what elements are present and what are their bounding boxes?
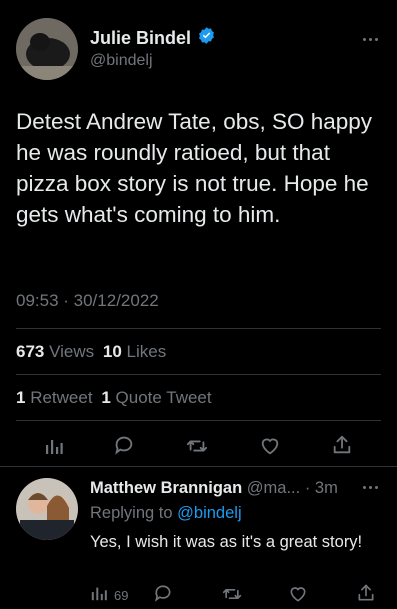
retweets-label[interactable]: Retweet bbox=[30, 388, 92, 407]
engagement-row: 673 Views 10 Likes bbox=[16, 342, 166, 362]
divider bbox=[16, 328, 381, 329]
author-avatar[interactable] bbox=[16, 18, 78, 80]
tweet-timestamp[interactable]: 09:53 · 30/12/2022 bbox=[16, 291, 159, 311]
divider bbox=[16, 420, 381, 421]
reply-retweet-icon[interactable] bbox=[222, 584, 242, 609]
author-handle[interactable]: @bindelj bbox=[90, 52, 153, 70]
reply-author-name[interactable]: Matthew Brannigan bbox=[90, 479, 242, 497]
tweet-text: Detest Andrew Tate, obs, SO happy he was… bbox=[16, 109, 373, 227]
reply-share-icon[interactable] bbox=[356, 583, 376, 608]
likes-count[interactable]: 10 bbox=[103, 342, 122, 361]
reply-icon[interactable] bbox=[113, 434, 135, 456]
retweet-icon[interactable] bbox=[186, 435, 208, 457]
retweets-count[interactable]: 1 bbox=[16, 388, 25, 407]
reply-time[interactable]: · 3m bbox=[305, 479, 338, 497]
reply-views-count: 69 bbox=[114, 588, 129, 603]
more-icon[interactable] bbox=[363, 38, 378, 41]
replying-to-handle[interactable]: @bindelj bbox=[177, 504, 241, 522]
divider bbox=[0, 466, 397, 467]
reply-reply-icon[interactable] bbox=[153, 583, 173, 608]
reply-like-icon[interactable] bbox=[288, 584, 308, 609]
analytics-icon[interactable] bbox=[44, 436, 64, 456]
quotes-label[interactable]: Quote Tweet bbox=[116, 388, 212, 407]
reply-author-avatar[interactable] bbox=[16, 478, 78, 540]
retweet-row: 1 Retweet 1 Quote Tweet bbox=[16, 388, 212, 408]
reply-analytics[interactable]: 69 bbox=[90, 584, 128, 607]
divider bbox=[16, 374, 381, 375]
views-label: Views bbox=[49, 342, 95, 361]
share-icon[interactable] bbox=[331, 434, 353, 456]
verified-badge-icon bbox=[197, 26, 216, 50]
likes-label[interactable]: Likes bbox=[127, 342, 167, 361]
analytics-icon bbox=[90, 584, 108, 607]
like-icon[interactable] bbox=[259, 435, 281, 457]
reply-text: Yes, I wish it was as it's a great story… bbox=[90, 533, 363, 551]
author-name[interactable]: Julie Bindel bbox=[90, 28, 191, 49]
replying-to-label: Replying to bbox=[90, 504, 173, 522]
views-count: 673 bbox=[16, 342, 45, 361]
reply-more-icon[interactable] bbox=[363, 486, 378, 489]
reply-author-handle[interactable]: @ma... bbox=[247, 479, 300, 497]
quotes-count[interactable]: 1 bbox=[101, 388, 110, 407]
